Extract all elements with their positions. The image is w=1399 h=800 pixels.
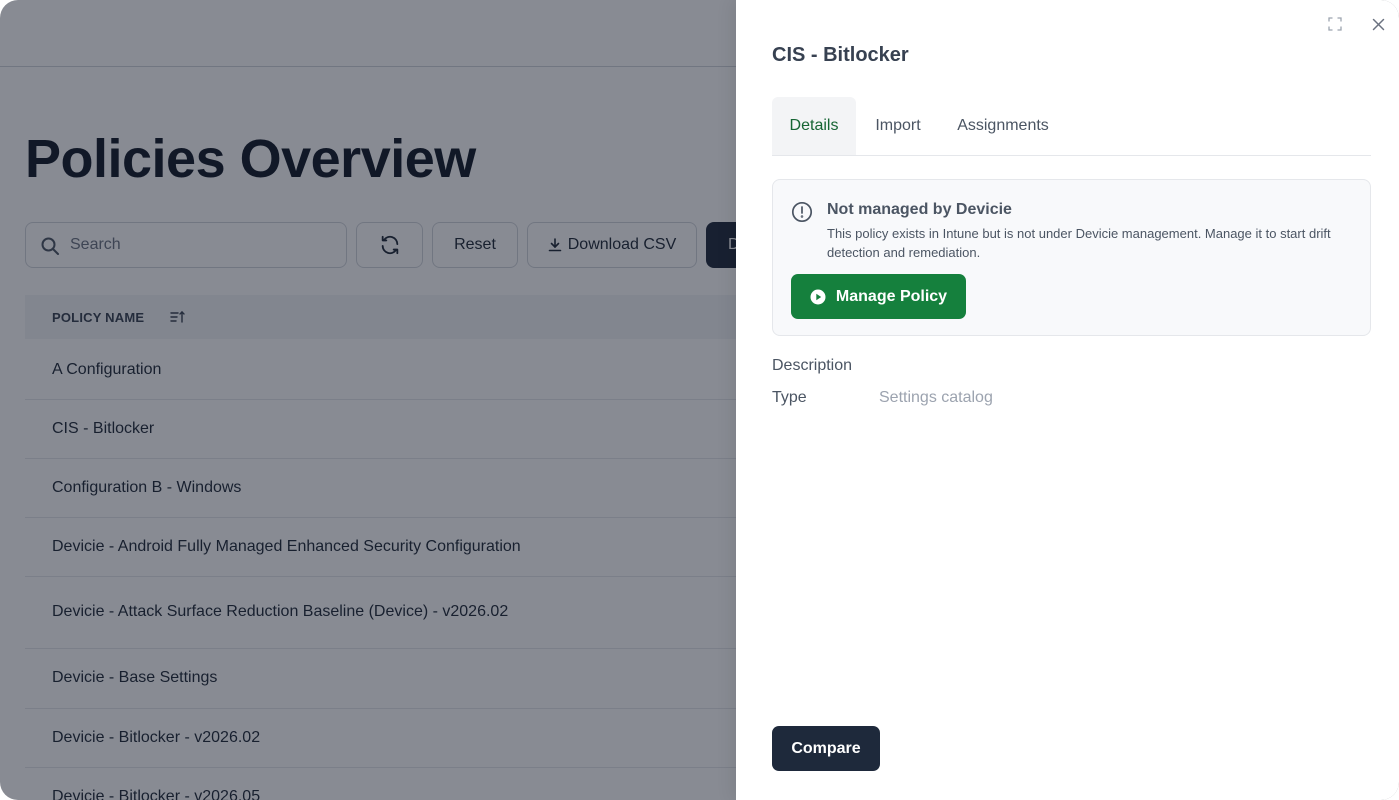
manage-policy-button[interactable]: Manage Policy — [791, 274, 966, 319]
type-label: Type — [772, 389, 807, 406]
tab-details[interactable]: Details — [772, 97, 856, 155]
compare-button[interactable]: Compare — [772, 726, 880, 771]
expand-icon — [1328, 17, 1342, 31]
drawer-title: CIS - Bitlocker — [772, 44, 909, 66]
description-label: Description — [772, 357, 853, 374]
type-value: Settings catalog — [879, 389, 993, 406]
policy-detail-drawer: CIS - Bitlocker Details Import Assignmen… — [736, 0, 1399, 800]
info-icon — [791, 201, 813, 223]
tab-assignments[interactable]: Assignments — [944, 97, 1062, 155]
expand-button[interactable] — [1325, 14, 1345, 34]
close-button[interactable] — [1368, 14, 1388, 34]
unmanaged-notice: Not managed by Devicie This policy exist… — [772, 179, 1371, 336]
drawer-tabs: Details Import Assignments — [772, 97, 1371, 156]
close-icon — [1372, 18, 1384, 30]
notice-title: Not managed by Devicie — [827, 201, 1012, 218]
notice-body: This policy exists in Intune but is not … — [827, 226, 1331, 260]
play-icon — [810, 289, 826, 304]
manage-policy-label: Manage Policy — [835, 287, 948, 305]
tab-import[interactable]: Import — [856, 97, 940, 155]
app-frame: Policies Overview Reset Download CSV D P… — [0, 0, 1399, 800]
